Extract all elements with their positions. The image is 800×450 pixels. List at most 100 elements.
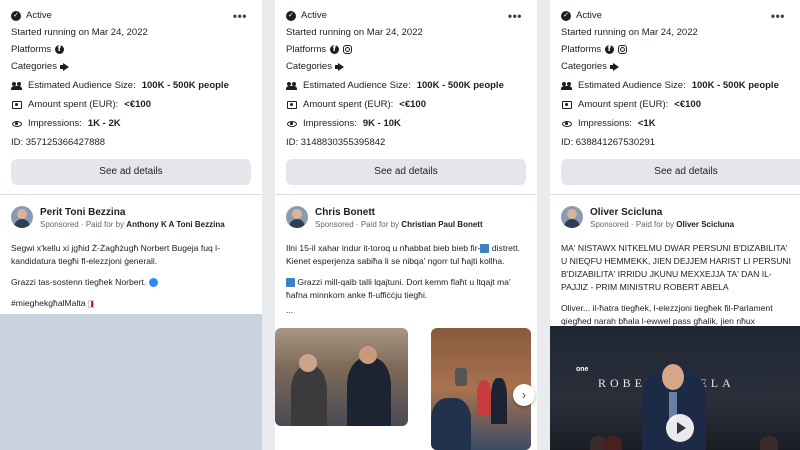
- platforms-row: Platforms: [561, 41, 789, 58]
- instagram-icon: [618, 45, 628, 54]
- sponsored-line: Sponsored · Paid for by Oliver Scicluna: [590, 220, 735, 229]
- megaphone-icon: [59, 62, 70, 71]
- amount-row: Amount spent (EUR): <€100: [11, 96, 251, 113]
- audience-label: Estimated Audience Size:: [303, 80, 411, 91]
- instagram-icon: [343, 45, 353, 54]
- audience-value: 100K - 500K people: [141, 80, 229, 91]
- people-icon: [11, 81, 22, 90]
- more-dots-icon[interactable]: •••: [508, 9, 522, 23]
- advertiser-header: Oliver Scicluna Sponsored · Paid for by …: [561, 206, 789, 231]
- facebook-icon: [55, 44, 65, 54]
- status-row: ✓ Active •••: [286, 7, 526, 24]
- blue-circle-icon: [148, 278, 158, 288]
- money-icon: [286, 100, 297, 109]
- audience-row: Estimated Audience Size: 100K - 500K peo…: [11, 77, 251, 94]
- more-dots-icon[interactable]: •••: [233, 9, 247, 23]
- carousel-photo-1[interactable]: [275, 328, 408, 426]
- down-arrow-emoji-icon: [480, 244, 490, 254]
- payer-name[interactable]: Christian Paul Bonett: [401, 220, 482, 229]
- ad-card-2: ✓ Active ••• Started running on Mar 24, …: [275, 0, 537, 450]
- status-text: Active: [26, 10, 52, 21]
- amount-label: Amount spent (EUR):: [578, 99, 669, 110]
- advertiser-name[interactable]: Perit Toni Bezzina: [40, 206, 225, 219]
- speaker-head: [662, 364, 684, 390]
- amount-label: Amount spent (EUR):: [28, 99, 119, 110]
- ad-text-2: Grazzi mill-qalb talli lqajtuni. Dort ke…: [286, 277, 511, 300]
- people-icon: [561, 81, 572, 90]
- ad-card-3: ✓ Active ••• Started running on Mar 24, …: [550, 0, 800, 450]
- people-icon: [286, 81, 297, 90]
- avatar[interactable]: [11, 206, 33, 228]
- payer-name[interactable]: Anthony K A Toni Bezzina: [126, 220, 224, 229]
- platforms-row: Platforms: [286, 41, 526, 58]
- advertiser-name[interactable]: Oliver Scicluna: [590, 206, 734, 219]
- impressions-value: 9K - 10K: [362, 118, 401, 129]
- check-circle-icon: ✓: [11, 10, 21, 21]
- check-circle-icon: ✓: [286, 10, 296, 21]
- avatar[interactable]: [561, 206, 583, 228]
- categories-row: Categories: [11, 58, 251, 75]
- impressions-row: Impressions: <1K: [561, 115, 789, 132]
- ad-id: ID: 3148830355395842: [286, 137, 386, 148]
- ad-text-1: Ilni 15-il xahar indur it-toroq u nħabba…: [286, 243, 481, 253]
- advertiser-header: Perit Toni Bezzina Sponsored · Paid for …: [11, 206, 251, 231]
- platforms-label: Platforms: [561, 44, 602, 55]
- ad-text-1: Segwi x'kellu xi jgħid Ż-Żagħżugħ Norber…: [11, 243, 220, 266]
- amount-label: Amount spent (EUR):: [303, 99, 394, 110]
- play-icon[interactable]: [666, 414, 694, 442]
- carousel-next-button[interactable]: ›: [513, 384, 535, 406]
- impressions-label: Impressions:: [303, 118, 357, 129]
- ad-media[interactable]: [0, 314, 262, 450]
- ad-video[interactable]: one ROBERT ABELA: [550, 326, 800, 450]
- ad-text-2: Grazzi tas-sostenn tiegħek Norbert.: [11, 277, 147, 287]
- amount-value: <€100: [124, 99, 151, 110]
- avatar[interactable]: [286, 206, 308, 228]
- impressions-row: Impressions: 1K - 2K: [11, 115, 251, 132]
- ad-text-1: MA' NISTAWX NITKELMU DWAR PERSUNI B'DIZA…: [561, 243, 791, 292]
- check-circle-icon: ✓: [561, 10, 571, 21]
- money-icon: [561, 100, 572, 109]
- status-text: Active: [576, 10, 602, 21]
- ad-id: ID: 357125366427888: [11, 137, 106, 148]
- advertiser-header: Chris Bonett Sponsored · Paid for by Chr…: [286, 206, 526, 231]
- divider: [0, 194, 262, 195]
- see-ad-details-button[interactable]: See ad details: [286, 159, 526, 185]
- status-row: ✓ Active •••: [561, 7, 789, 24]
- categories-label: Categories: [286, 61, 332, 72]
- ad-id: ID: 638841267530291: [561, 137, 656, 148]
- ad-card-1: ✓ Active ••• Started running on Mar 24, …: [0, 0, 262, 450]
- impressions-label: Impressions:: [28, 118, 82, 129]
- impressions-label: Impressions:: [578, 118, 632, 129]
- see-ad-details-button[interactable]: See ad details: [11, 159, 251, 185]
- hashtag[interactable]: #mieghekgħalMalta: [11, 298, 86, 308]
- impressions-value: <1K: [637, 118, 656, 129]
- platforms-row: Platforms: [11, 41, 251, 58]
- eye-icon: [11, 120, 22, 127]
- categories-label: Categories: [561, 61, 607, 72]
- status-text: Active: [301, 10, 327, 21]
- audience-label: Estimated Audience Size:: [578, 80, 686, 91]
- sponsored-line: Sponsored · Paid for by Anthony K A Toni…: [40, 220, 225, 229]
- more-dots-icon[interactable]: •••: [771, 9, 785, 23]
- advertiser-name[interactable]: Chris Bonett: [315, 206, 483, 219]
- facebook-icon: [605, 44, 615, 54]
- audience-label: Estimated Audience Size:: [28, 80, 136, 91]
- platforms-label: Platforms: [286, 44, 327, 55]
- megaphone-icon: [609, 62, 620, 71]
- audience-row: Estimated Audience Size: 100K - 500K peo…: [561, 77, 789, 94]
- eye-icon: [286, 120, 297, 127]
- amount-row: Amount spent (EUR): <€100: [286, 96, 526, 113]
- eye-icon: [561, 120, 572, 127]
- impressions-value: 1K - 2K: [87, 118, 121, 129]
- platforms-label: Platforms: [11, 44, 52, 55]
- amount-value: <€100: [674, 99, 701, 110]
- payer-name[interactable]: Oliver Scicluna: [676, 220, 734, 229]
- audience-row: Estimated Audience Size: 100K - 500K peo…: [286, 77, 526, 94]
- sponsored-line: Sponsored · Paid for by Christian Paul B…: [315, 220, 483, 229]
- started-running: Started running on Mar 24, 2022: [561, 27, 698, 38]
- audience-value: 100K - 500K people: [691, 80, 779, 91]
- see-ad-details-button[interactable]: See ad details: [561, 159, 800, 185]
- tv-logo: one: [576, 366, 589, 373]
- malta-flag-icon: [87, 299, 94, 308]
- amount-value: <€100: [399, 99, 426, 110]
